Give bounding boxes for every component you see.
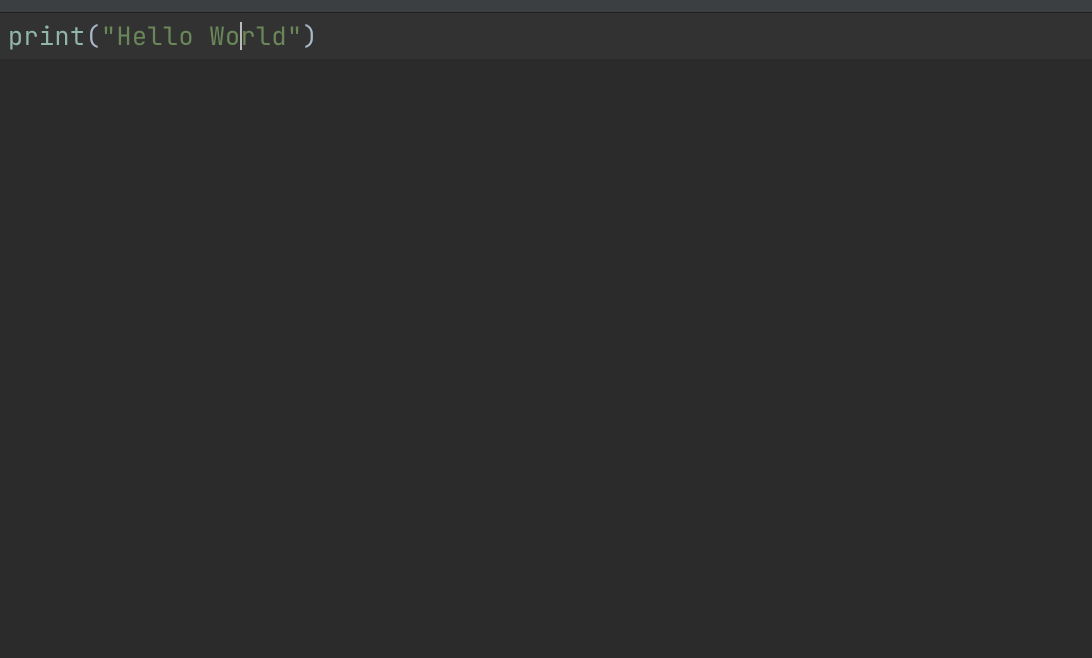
token-function: print: [8, 19, 86, 53]
token-string: "Hello World": [101, 19, 303, 53]
token-open-paren: (: [86, 19, 102, 53]
title-bar: [0, 0, 1092, 13]
code-line-1[interactable]: print("Hello World"): [0, 13, 1092, 59]
horizontal-scrollbar[interactable]: [0, 652, 1092, 658]
code-editor[interactable]: print("Hello World"): [0, 13, 1092, 658]
text-cursor: [240, 22, 242, 50]
token-close-paren: ): [303, 19, 319, 53]
